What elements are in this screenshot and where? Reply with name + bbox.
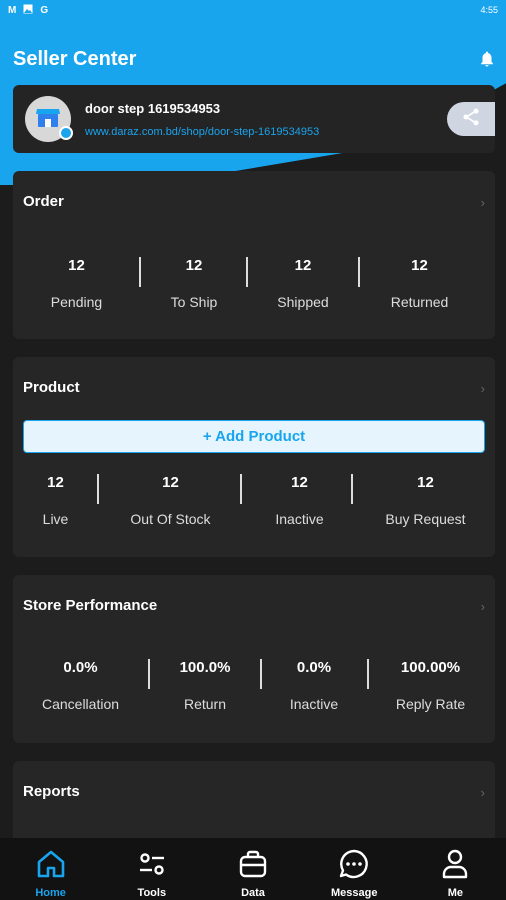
stat-value: 12 xyxy=(294,257,312,274)
store-performance-card[interactable]: Store Performance › 0.0% Cancellation 10… xyxy=(13,575,495,743)
share-icon xyxy=(461,107,481,132)
add-product-button[interactable]: + Add Product xyxy=(23,420,485,453)
nav-data[interactable]: Data xyxy=(202,838,303,900)
stat-label: Inactive xyxy=(275,511,324,527)
divider xyxy=(148,659,150,689)
product-title: Product xyxy=(23,379,80,396)
stat-live[interactable]: 12 Live xyxy=(13,474,98,527)
stat-shipped[interactable]: 12 Shipped xyxy=(248,257,358,310)
divider xyxy=(260,659,262,689)
divider xyxy=(367,659,369,689)
performance-stats: 0.0% Cancellation 100.0% Return 0.0% Ina… xyxy=(13,659,495,712)
stat-return[interactable]: 100.0% Return xyxy=(148,659,262,712)
gmail-icon: M xyxy=(8,4,17,16)
nav-label: Message xyxy=(330,887,378,899)
data-icon xyxy=(235,846,271,887)
home-icon xyxy=(33,846,69,887)
stat-label: Return xyxy=(183,696,227,712)
product-card[interactable]: Product › + Add Product 12 Live 12 Out O… xyxy=(13,357,495,557)
chevron-right-icon[interactable]: › xyxy=(481,785,485,800)
shop-avatar[interactable] xyxy=(25,96,73,142)
reports-title: Reports xyxy=(23,783,80,800)
nav-label: Me xyxy=(447,887,464,899)
stat-inactive-rate[interactable]: 0.0% Inactive xyxy=(262,659,366,712)
shop-url-link[interactable]: www.daraz.com.bd/shop/door-step-16195349… xyxy=(85,126,319,138)
stat-value: 12 xyxy=(68,257,85,274)
google-icon: G xyxy=(40,4,49,16)
stat-value: 12 xyxy=(185,257,203,274)
status-time: 4:55 xyxy=(480,5,498,15)
stat-value: 12 xyxy=(417,474,434,491)
stat-pending[interactable]: 12 Pending xyxy=(13,257,140,310)
divider xyxy=(97,474,99,504)
bell-icon[interactable] xyxy=(478,50,496,68)
stat-value: 12 xyxy=(411,257,428,274)
stat-label: Pending xyxy=(50,294,103,310)
nav-message[interactable]: Message xyxy=(304,838,405,900)
stat-value: 12 xyxy=(162,474,179,491)
nav-label: Data xyxy=(241,887,265,899)
stat-cancellation[interactable]: 0.0% Cancellation xyxy=(13,659,148,712)
stat-value: 100.0% xyxy=(179,659,231,676)
order-card[interactable]: Order › 12 Pending 12 To Ship 12 Shipped… xyxy=(13,171,495,339)
order-title: Order xyxy=(23,193,64,210)
stat-label: To Ship xyxy=(170,294,218,310)
stat-value: 0.0% xyxy=(296,659,332,676)
stat-label: Reply Rate xyxy=(395,696,466,712)
shop-card[interactable]: door step 1619534953 www.daraz.com.bd/sh… xyxy=(13,85,495,153)
stat-value: 0.0% xyxy=(63,659,98,676)
gallery-icon xyxy=(23,4,33,17)
chevron-right-icon[interactable]: › xyxy=(481,195,485,210)
header-bar: Seller Center xyxy=(13,44,496,74)
page-title: Seller Center xyxy=(13,47,137,70)
chevron-right-icon[interactable]: › xyxy=(481,381,485,396)
nav-tools[interactable]: Tools xyxy=(101,838,202,900)
tools-icon xyxy=(134,846,170,887)
stat-buy-request[interactable]: 12 Buy Request xyxy=(356,474,495,527)
stat-value: 12 xyxy=(291,474,308,491)
divider xyxy=(240,474,242,504)
divider xyxy=(358,257,360,287)
share-button[interactable] xyxy=(447,102,495,136)
stat-label: Returned xyxy=(390,294,449,310)
stat-label: Buy Request xyxy=(385,511,466,527)
store-icon xyxy=(35,105,61,134)
nav-me[interactable]: Me xyxy=(405,838,506,900)
stat-reply-rate[interactable]: 100.00% Reply Rate xyxy=(366,659,495,712)
stat-value: 12 xyxy=(47,474,64,491)
chevron-right-icon[interactable]: › xyxy=(481,599,485,614)
shop-name: door step 1619534953 xyxy=(85,100,221,116)
stat-value: 100.00% xyxy=(400,659,461,676)
verified-badge-icon xyxy=(59,126,73,140)
bottom-navigation: Home Tools Data Message Me xyxy=(0,838,506,900)
product-stats: 12 Live 12 Out Of Stock 12 Inactive 12 B… xyxy=(13,474,495,527)
me-icon xyxy=(437,846,473,887)
status-bar: M G 4:55 xyxy=(0,0,506,20)
divider xyxy=(246,257,248,287)
store-performance-title: Store Performance xyxy=(23,597,158,614)
divider xyxy=(139,257,141,287)
stat-returned[interactable]: 12 Returned xyxy=(358,257,481,310)
nav-home[interactable]: Home xyxy=(0,838,101,900)
nav-label: Home xyxy=(35,887,66,899)
stat-out-of-stock[interactable]: 12 Out Of Stock xyxy=(98,474,243,527)
stat-inactive[interactable]: 12 Inactive xyxy=(243,474,356,527)
stat-label: Cancellation xyxy=(41,696,120,712)
stat-to-ship[interactable]: 12 To Ship xyxy=(140,257,248,310)
stat-label: Live xyxy=(42,511,69,527)
divider xyxy=(351,474,353,504)
order-stats: 12 Pending 12 To Ship 12 Shipped 12 Retu… xyxy=(13,257,495,310)
message-icon xyxy=(336,846,372,887)
stat-label: Out Of Stock xyxy=(130,511,211,527)
stat-label: Inactive xyxy=(289,696,339,712)
nav-label: Tools xyxy=(137,887,167,899)
stat-label: Shipped xyxy=(277,294,329,310)
